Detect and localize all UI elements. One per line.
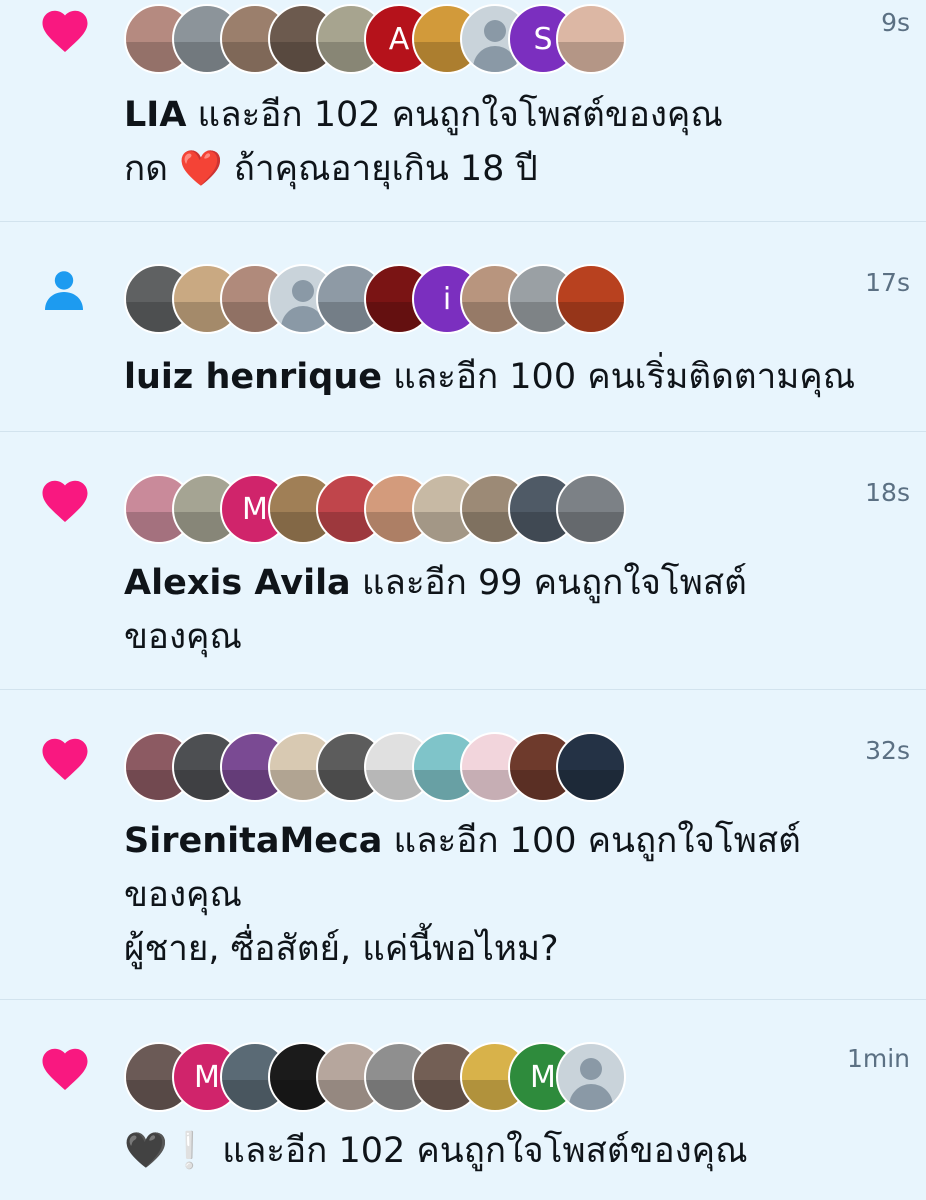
post-snippet: กด ❤️ ถ้าคุณอายุเกิน 18 ปี xyxy=(124,149,538,189)
avatar[interactable] xyxy=(556,1042,626,1112)
timestamp: 17s xyxy=(865,268,910,297)
heart-icon xyxy=(42,738,88,781)
user-name[interactable]: luiz henrique xyxy=(124,357,382,397)
notification-text: SirenitaMeca และอีก 100 คนถูกใจโพสต์ของค… xyxy=(124,814,846,976)
heart-icon xyxy=(42,480,88,523)
notification-text: Alexis Avila และอีก 99 คนถูกใจโพสต์ของคุ… xyxy=(124,556,786,664)
notification-item[interactable]: AS 9s LIA และอีก 102 คนถูกใจโพสต์ของคุณ … xyxy=(0,0,926,222)
notification-action: และอีก 102 คนถูกใจโพสต์ของคุณ xyxy=(186,95,723,135)
notification-text: luiz henrique และอีก 100 คนเริ่มติดตามคุ… xyxy=(124,350,866,404)
notification-item[interactable]: MM 1min 🖤❕ และอีก 102 คนถูกใจโพสต์ของคุณ xyxy=(0,1000,926,1200)
heart-icon xyxy=(42,10,88,53)
user-name[interactable]: LIA xyxy=(124,95,186,135)
notification-item[interactable]: M 18s Alexis Avila และอีก 99 คนถูกใจโพสต… xyxy=(0,432,926,690)
post-snippet: ผู้ชาย, ซื่อสัตย์, แค่นี้พอไหม? xyxy=(124,929,559,969)
user-name[interactable]: SirenitaMeca xyxy=(124,821,382,861)
notification-text: 🖤❕ และอีก 102 คนถูกใจโพสต์ของคุณ xyxy=(124,1124,866,1178)
person-icon xyxy=(45,271,83,310)
heart-icon xyxy=(42,1048,88,1091)
avatar[interactable] xyxy=(556,4,626,74)
timestamp: 9s xyxy=(881,8,910,37)
user-name[interactable]: Alexis Avila xyxy=(124,563,351,603)
timestamp: 32s xyxy=(865,736,910,765)
avatar[interactable] xyxy=(556,732,626,802)
avatar[interactable] xyxy=(556,264,626,334)
timestamp: 18s xyxy=(865,478,910,507)
avatar[interactable] xyxy=(556,474,626,544)
user-name[interactable]: 🖤❕ xyxy=(124,1131,211,1171)
notification-item[interactable]: 32s SirenitaMeca และอีก 100 คนถูกใจโพสต์… xyxy=(0,690,926,1000)
notification-text: LIA และอีก 102 คนถูกใจโพสต์ของคุณ กด ❤️ … xyxy=(124,88,866,196)
notification-item[interactable]: i 17s luiz henrique และอีก 100 คนเริ่มติ… xyxy=(0,222,926,432)
notification-action: และอีก 100 คนเริ่มติดตามคุณ xyxy=(382,357,856,397)
timestamp: 1min xyxy=(846,1044,910,1073)
notification-action: และอีก 102 คนถูกใจโพสต์ของคุณ xyxy=(211,1131,748,1171)
